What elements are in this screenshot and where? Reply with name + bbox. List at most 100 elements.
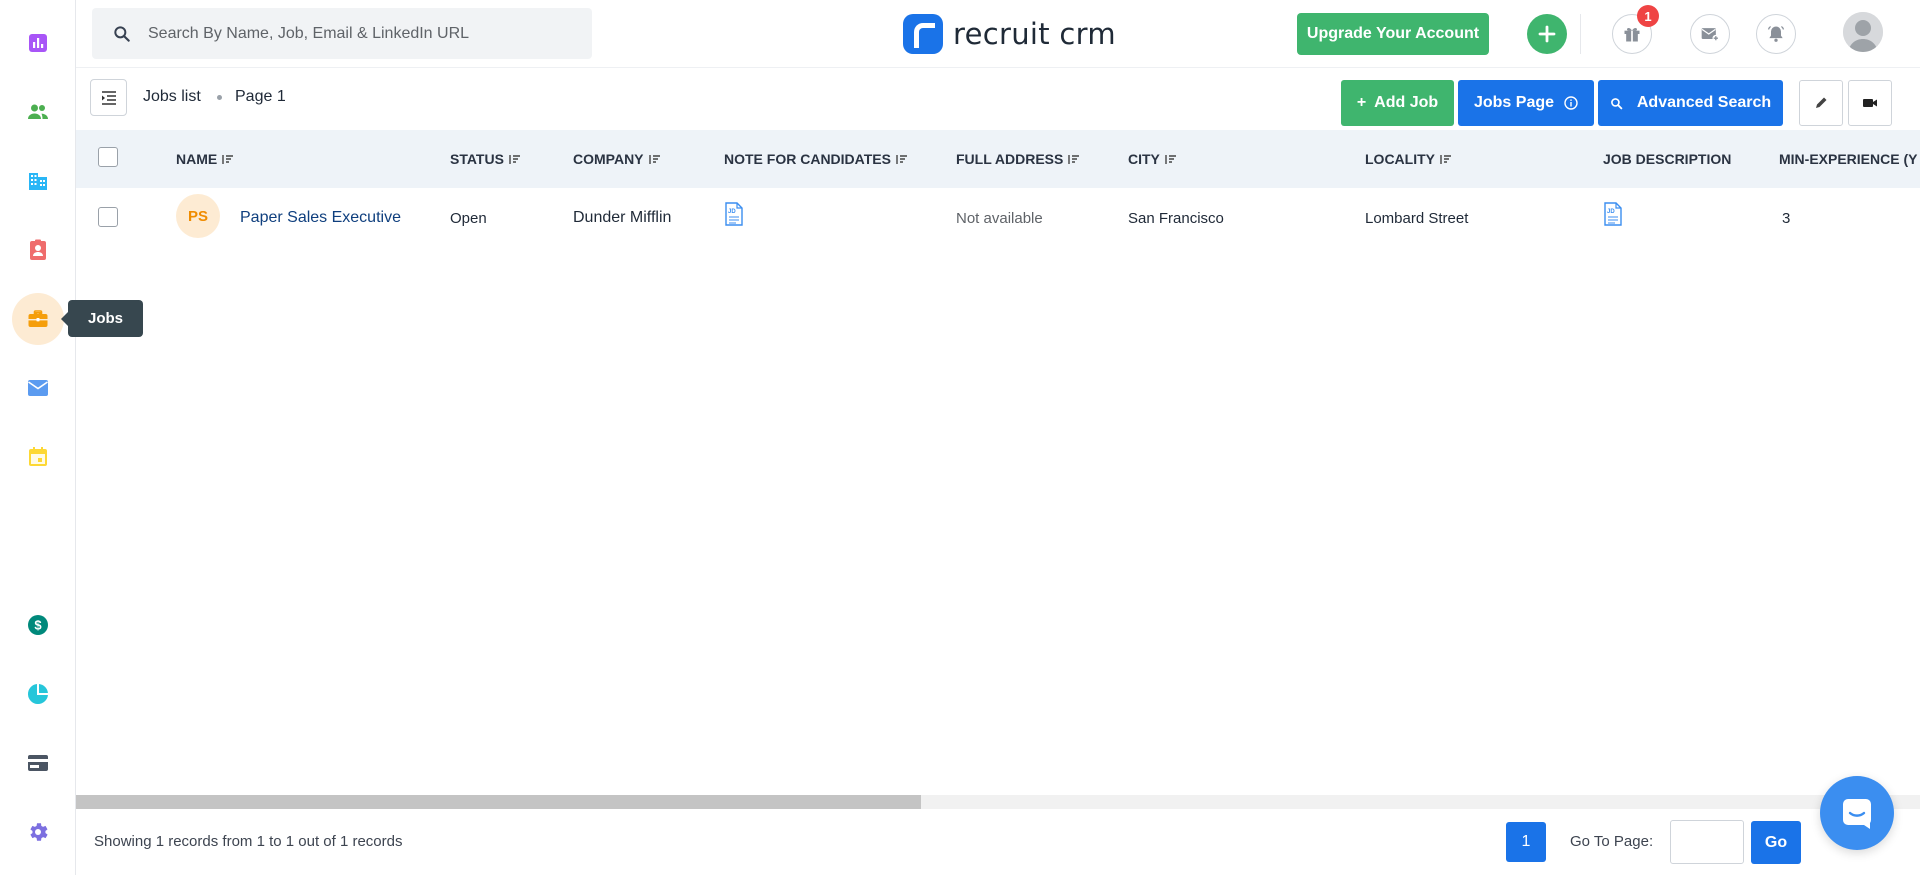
sidebar-item-analytics[interactable] [12, 668, 64, 720]
app-logo: recruit crm [903, 13, 1116, 55]
column-header-company[interactable]: COMPANY [573, 151, 661, 167]
scrollbar-thumb[interactable] [76, 795, 921, 809]
sidebar-item-calendar[interactable] [12, 431, 64, 483]
table-header: NAME STATUS COMPANY NOTE FOR CANDIDATES … [76, 130, 1920, 188]
sort-icon [1440, 154, 1451, 164]
column-header-job-description: JOB DESCRIPTION [1603, 151, 1731, 167]
global-search[interactable] [92, 8, 592, 59]
upgrade-account-button[interactable]: Upgrade Your Account [1297, 13, 1489, 55]
envelope-icon [28, 380, 48, 396]
chat-icon [1843, 799, 1871, 829]
select-all-checkbox[interactable] [98, 147, 118, 167]
top-bar: recruit crm Upgrade Your Account 1 [76, 0, 1920, 68]
add-job-button[interactable]: + Add Job [1341, 80, 1454, 126]
sort-icon [222, 154, 234, 164]
job-status: Open [450, 210, 487, 227]
edit-columns-button[interactable] [1799, 80, 1843, 126]
video-button[interactable] [1848, 80, 1892, 126]
search-icon [1610, 97, 1623, 109]
sidebar-item-companies[interactable] [12, 155, 64, 207]
plus-icon: + [1356, 94, 1367, 111]
sort-icon [1165, 154, 1176, 164]
chat-support-button[interactable] [1820, 776, 1894, 850]
goto-page-input[interactable] [1670, 820, 1744, 864]
note-document-icon[interactable]: JD [724, 202, 744, 226]
bell-icon [1767, 25, 1785, 42]
video-camera-icon [1863, 99, 1877, 107]
breadcrumb-jobs-list[interactable]: Jobs list [143, 88, 201, 106]
sort-icon [896, 154, 907, 164]
logo-mark-icon [903, 14, 943, 54]
user-avatar[interactable] [1843, 12, 1883, 52]
column-header-name[interactable]: NAME [176, 151, 234, 167]
goto-page-label: Go To Page: [1570, 833, 1654, 850]
job-initials-avatar: PS [176, 194, 220, 238]
quick-add-button[interactable] [1527, 14, 1567, 54]
sort-icon [648, 154, 660, 164]
contact-card-icon [30, 239, 46, 260]
row-select-checkbox[interactable] [98, 207, 118, 227]
svg-text:JD: JD [728, 209, 736, 215]
jobs-table: NAME STATUS COMPANY NOTE FOR CANDIDATES … [76, 130, 1920, 795]
pie-chart-icon [28, 684, 48, 704]
job-locality: Lombard Street [1365, 210, 1469, 227]
column-header-status[interactable]: STATUS [450, 151, 521, 167]
bar-chart-icon [29, 34, 47, 52]
compose-email-button[interactable] [1690, 14, 1730, 54]
search-icon [114, 25, 130, 42]
table-row[interactable]: PS Paper Sales Executive Open Dunder Mif… [76, 188, 1920, 248]
sidebar-item-reports[interactable] [12, 17, 64, 69]
column-label: NOTE FOR CANDIDATES [724, 151, 891, 167]
sidebar-item-billing[interactable]: $ [12, 599, 64, 651]
sidebar-item-settings[interactable] [12, 806, 64, 858]
plus-icon [1538, 25, 1556, 43]
sidebar-item-contacts[interactable] [12, 224, 64, 276]
page-subheader: Jobs list Page 1 + Add Job Jobs Page Adv… [76, 68, 1920, 130]
records-summary: Showing 1 records from 1 to 1 out of 1 r… [94, 833, 403, 850]
column-header-min-experience: MIN-EXPERIENCE (Y [1779, 151, 1917, 167]
horizontal-scrollbar[interactable] [76, 795, 1920, 809]
sort-icon [509, 154, 520, 164]
column-header-full-address[interactable]: FULL ADDRESS [956, 151, 1080, 167]
building-icon [29, 173, 47, 190]
column-label: CITY [1128, 151, 1160, 167]
column-label: COMPANY [573, 151, 644, 167]
column-header-locality[interactable]: LOCALITY [1365, 151, 1452, 167]
job-company[interactable]: Dunder Mifflin [573, 209, 671, 227]
breadcrumb-separator [217, 95, 222, 100]
indent-list-icon [101, 90, 116, 105]
divider [1580, 14, 1581, 54]
column-label: JOB DESCRIPTION [1603, 151, 1732, 167]
advanced-search-button[interactable]: Advanced Search [1598, 80, 1783, 126]
column-header-city[interactable]: CITY [1128, 151, 1177, 167]
job-description-document-icon[interactable]: JD [1603, 202, 1623, 226]
job-name-link[interactable]: Paper Sales Executive [240, 209, 401, 227]
column-header-note-for-candidates[interactable]: NOTE FOR CANDIDATES [724, 151, 908, 167]
jobs-page-label: Jobs Page [1473, 94, 1555, 111]
table-footer: Showing 1 records from 1 to 1 out of 1 r… [76, 809, 1920, 875]
job-city: San Francisco [1128, 210, 1224, 227]
pagination-page-button[interactable]: 1 [1506, 822, 1546, 862]
pencil-icon [1816, 97, 1827, 108]
credit-card-icon [28, 755, 48, 771]
go-button[interactable]: Go [1751, 821, 1801, 864]
search-input[interactable] [146, 23, 566, 44]
svg-text:JD: JD [1607, 209, 1615, 215]
sidebar-item-candidates[interactable] [12, 86, 64, 138]
toggle-view-button[interactable] [90, 79, 127, 116]
add-job-label: Add Job [1374, 94, 1439, 111]
dollar-icon: $ [28, 615, 48, 635]
jobs-page-button[interactable]: Jobs Page [1458, 80, 1594, 126]
breadcrumb-page: Page 1 [235, 88, 286, 105]
sidebar-item-jobs[interactable] [12, 293, 64, 345]
notifications-button[interactable] [1756, 14, 1796, 54]
sidebar-item-email[interactable] [12, 362, 64, 414]
sidebar: $ Jobs [0, 0, 144, 875]
gift-notification-badge: 1 [1637, 5, 1659, 27]
sidebar-item-payments[interactable] [12, 737, 64, 789]
calendar-icon [29, 447, 47, 466]
job-min-experience: 3 [1782, 210, 1791, 227]
svg-text:$: $ [34, 618, 42, 633]
logo-text: recruit crm [953, 17, 1116, 51]
column-label: MIN-EXPERIENCE (Y [1779, 151, 1918, 167]
